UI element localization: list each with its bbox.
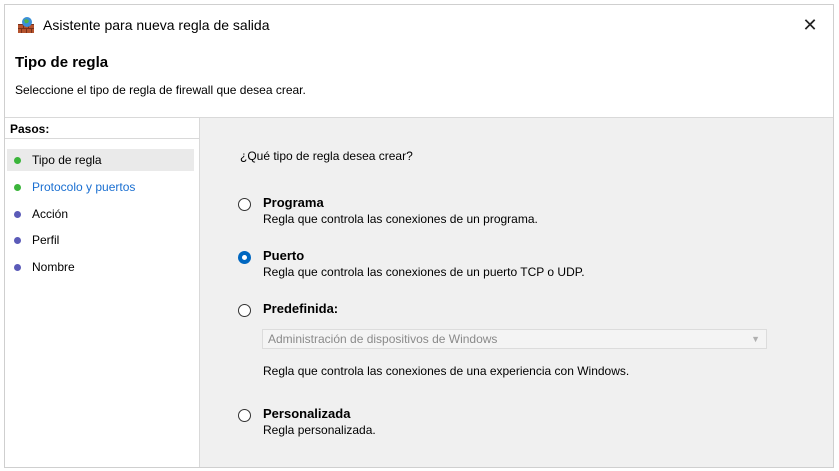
page-description: Seleccione el tipo de regla de firewall … xyxy=(15,83,306,97)
close-button[interactable]: ✕ xyxy=(787,5,833,45)
status-dot-icon xyxy=(14,183,21,191)
option-title: Personalizada xyxy=(263,406,351,421)
divider xyxy=(5,138,199,139)
select-value: Administración de dispositivos de Window… xyxy=(268,332,498,346)
sidebar-item-protocolo-y-puertos[interactable]: Protocolo y puertos xyxy=(7,176,194,198)
wizard-window: Asistente para nueva regla de salida ✕ T… xyxy=(4,4,834,468)
sidebar-item-perfil: Perfil xyxy=(7,229,194,251)
title-bar: Asistente para nueva regla de salida ✕ xyxy=(5,5,833,45)
option-description: Regla que controla las conexiones de un … xyxy=(263,265,585,279)
main-content: ¿Qué tipo de regla desea crear? Programa… xyxy=(200,118,833,467)
step-label: Tipo de regla xyxy=(32,153,102,167)
window-title: Asistente para nueva regla de salida xyxy=(43,17,270,33)
step-label: Acción xyxy=(32,207,69,221)
option-title: Programa xyxy=(263,195,324,210)
step-label: Perfil xyxy=(32,233,60,247)
page-title: Tipo de regla xyxy=(15,54,109,71)
option-description: Regla personalizada. xyxy=(263,423,376,437)
close-icon: ✕ xyxy=(802,14,818,35)
step-label: Protocolo y puertos xyxy=(32,180,136,194)
steps-title: Pasos: xyxy=(10,122,50,136)
firewall-icon xyxy=(18,17,34,33)
status-dot-icon xyxy=(14,263,21,271)
radio-puerto[interactable] xyxy=(238,251,251,264)
status-dot-icon xyxy=(14,156,21,164)
chevron-down-icon: ▼ xyxy=(751,334,760,344)
status-dot-icon xyxy=(14,210,21,218)
radio-predefinida[interactable] xyxy=(238,304,251,317)
option-description: Regla que controla las conexiones de un … xyxy=(263,212,538,226)
question-label: ¿Qué tipo de regla desea crear? xyxy=(240,149,413,163)
sidebar-item-accion: Acción xyxy=(7,203,194,225)
wizard-header: Tipo de regla Seleccione el tipo de regl… xyxy=(5,45,833,118)
status-dot-icon xyxy=(14,236,21,244)
predefined-description: Regla que controla las conexiones de una… xyxy=(263,364,630,378)
option-title: Puerto xyxy=(263,248,305,263)
steps-sidebar: Pasos: Tipo de regla Protocolo y puertos… xyxy=(5,118,200,467)
radio-programa[interactable] xyxy=(238,198,251,211)
sidebar-item-nombre: Nombre xyxy=(7,256,194,278)
option-title: Predefinida: xyxy=(263,301,339,316)
predefined-rule-select[interactable]: Administración de dispositivos de Window… xyxy=(262,329,767,349)
step-label: Nombre xyxy=(32,260,75,274)
radio-personalizada[interactable] xyxy=(238,409,251,422)
sidebar-item-tipo-de-regla[interactable]: Tipo de regla xyxy=(7,149,194,171)
